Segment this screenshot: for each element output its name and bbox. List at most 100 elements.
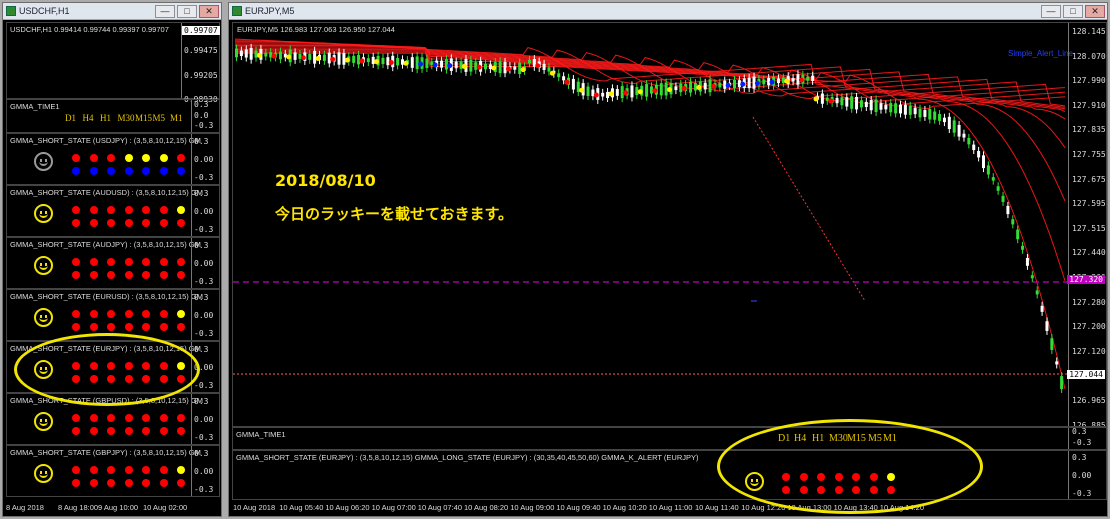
candle-body: [313, 50, 317, 64]
highlight-circle-eurjpy-left: [14, 333, 200, 406]
scale-label: 0.00: [194, 259, 214, 268]
candle-body: [982, 155, 985, 169]
candle-body: [484, 63, 487, 70]
time-label: 10 Aug 02:00: [143, 503, 188, 512]
gmma-state-marker: [798, 77, 804, 83]
candle-body: [835, 97, 839, 104]
gmma-state-marker: [681, 86, 687, 92]
window-titlebar[interactable]: USDCHF,H1 — □ ✕: [3, 3, 221, 20]
candle-body: [908, 105, 912, 115]
candle-body: [864, 101, 868, 108]
state-dot: [177, 414, 185, 422]
price-pane[interactable]: USDCHF,H1 0.99414 0.99744 0.99397 0.9970…: [6, 22, 220, 104]
scale-label: -0.3: [194, 329, 214, 338]
gmma-state-pane[interactable]: GMMA_SHORT_STATE (AUDJPY) : (3,5,8,10,12…: [6, 237, 220, 289]
candle-body: [586, 86, 590, 96]
candle-body: [444, 59, 448, 70]
scale-label: 127.675: [1072, 174, 1106, 184]
smiley-icon: [34, 204, 53, 223]
candle-body: [1035, 290, 1039, 295]
candle-body: [366, 58, 370, 63]
panel-title: GMMA_SHORT_STATE (GBPJPY) : (3,5,8,10,12…: [10, 448, 201, 457]
timeframe-label: M1: [170, 113, 183, 123]
gmma-state-marker: [784, 78, 790, 84]
gmma-state-marker: [403, 60, 409, 66]
gmma-time-pane[interactable]: GMMA_TIME1 D1 H4 H1 M30 M15 M5 M1 0.3 -0.3: [232, 427, 1107, 450]
timeframe-label: M15: [135, 113, 153, 123]
state-dot: [72, 219, 80, 227]
window-title: EURJPY,M5: [245, 6, 295, 16]
scale-label: 127.515: [1072, 223, 1106, 233]
time-label: 10 Aug 09:40: [556, 503, 601, 512]
usdchf-chart-window[interactable]: USDCHF,H1 — □ ✕ USDCHF,H1 0.99414 0.9974…: [2, 2, 222, 517]
scale-label: 127.120: [1072, 346, 1106, 356]
maximize-button[interactable]: □: [177, 4, 197, 18]
candle-body: [776, 78, 780, 84]
scale-label: 0.3: [194, 293, 209, 302]
state-dot: [72, 414, 80, 422]
state-dot: [89, 466, 98, 474]
minimize-button[interactable]: —: [1041, 4, 1061, 18]
state-dot: [124, 427, 133, 435]
candle-body: [396, 58, 400, 66]
main-chart-pane[interactable]: EURJPY,M5 126.983 127.063 126.950 127.04…: [232, 22, 1107, 427]
alert-line-label: Simple_Alert_Line: [1008, 49, 1073, 58]
alert-price-tag: 127.320: [1067, 275, 1105, 284]
candle-body: [513, 66, 517, 70]
state-dot: [107, 258, 115, 266]
candle-body: [1011, 219, 1015, 225]
state-dot: [124, 310, 133, 318]
gmma-state-pane[interactable]: GMMA_SHORT_STATE (AUDUSD) : (3,5,8,10,12…: [6, 185, 220, 237]
gmma-state-pane[interactable]: GMMA_SHORT_STATE (GBPJPY) : (3,5,8,10,12…: [6, 445, 220, 497]
annotation-text: 今日のラッキーを載せておきます。: [275, 205, 514, 223]
gmma-time-pane[interactable]: GMMA_TIME1 D1 H4 H1 M30 M15 M5 M1 0.3 0.0 -0.3: [6, 99, 220, 133]
gmma-state-pane[interactable]: GMMA_SHORT_STATE (USDJPY) : (3,5,8,10,12…: [6, 133, 220, 185]
gmma-state-marker: [491, 65, 497, 71]
smiley-mouth: [39, 264, 48, 270]
time-label: 10 Aug 07:40: [417, 503, 463, 512]
candle-body: [957, 124, 961, 137]
state-dot: [159, 167, 168, 175]
candle-body: [962, 133, 966, 138]
scale-label: 128.070: [1072, 51, 1106, 61]
candle-body: [703, 82, 707, 90]
scale-label: 127.755: [1072, 150, 1106, 159]
candle-body: [952, 120, 956, 133]
gmma-state-marker: [696, 84, 702, 90]
scale-label: -0.3: [194, 277, 214, 286]
maximize-button[interactable]: □: [1063, 4, 1083, 18]
candle-body: [249, 47, 253, 60]
scale-label: -0.3: [194, 173, 214, 182]
minimize-button[interactable]: —: [155, 4, 175, 18]
state-dot: [72, 271, 80, 279]
gmma-state-marker: [535, 63, 541, 69]
state-dot: [159, 427, 168, 435]
timeframe-label: H4: [82, 113, 94, 123]
smiley-mouth: [39, 420, 48, 426]
state-dot: [177, 427, 185, 435]
state-dot: [159, 154, 168, 162]
time-label: 10 Aug 11:00: [648, 503, 693, 512]
gmma-state-marker: [813, 96, 819, 102]
candlestick-chart[interactable]: [233, 23, 1069, 426]
close-button[interactable]: ✕: [1085, 4, 1105, 18]
symbol-info: USDCHF,H1 0.99414 0.99744 0.99397 0.9970…: [10, 25, 169, 34]
candle-body: [357, 54, 361, 65]
state-dot: [124, 414, 133, 422]
candle-body: [689, 81, 693, 93]
eurjpy-chart-window[interactable]: EURJPY,M5 — □ ✕ EURJPY,M5 126.983 127.06…: [228, 2, 1108, 517]
candle-body: [1060, 376, 1064, 390]
state-dot: [72, 323, 80, 331]
close-button[interactable]: ✕: [199, 4, 219, 18]
panel-title: GMMA_SHORT_STATE (AUDUSD) : (3,5,8,10,12…: [10, 188, 203, 197]
state-dot: [124, 466, 133, 474]
window-titlebar[interactable]: EURJPY,M5 — □ ✕: [229, 3, 1107, 20]
state-dot: [72, 154, 80, 162]
scale-label: 0.3: [194, 397, 209, 406]
scale-label: 0.99205: [184, 71, 218, 80]
state-dot: [177, 258, 185, 266]
candle-body: [659, 83, 663, 96]
candle-body: [1001, 195, 1005, 202]
state-dot: [159, 414, 168, 422]
candle-body: [947, 116, 951, 130]
